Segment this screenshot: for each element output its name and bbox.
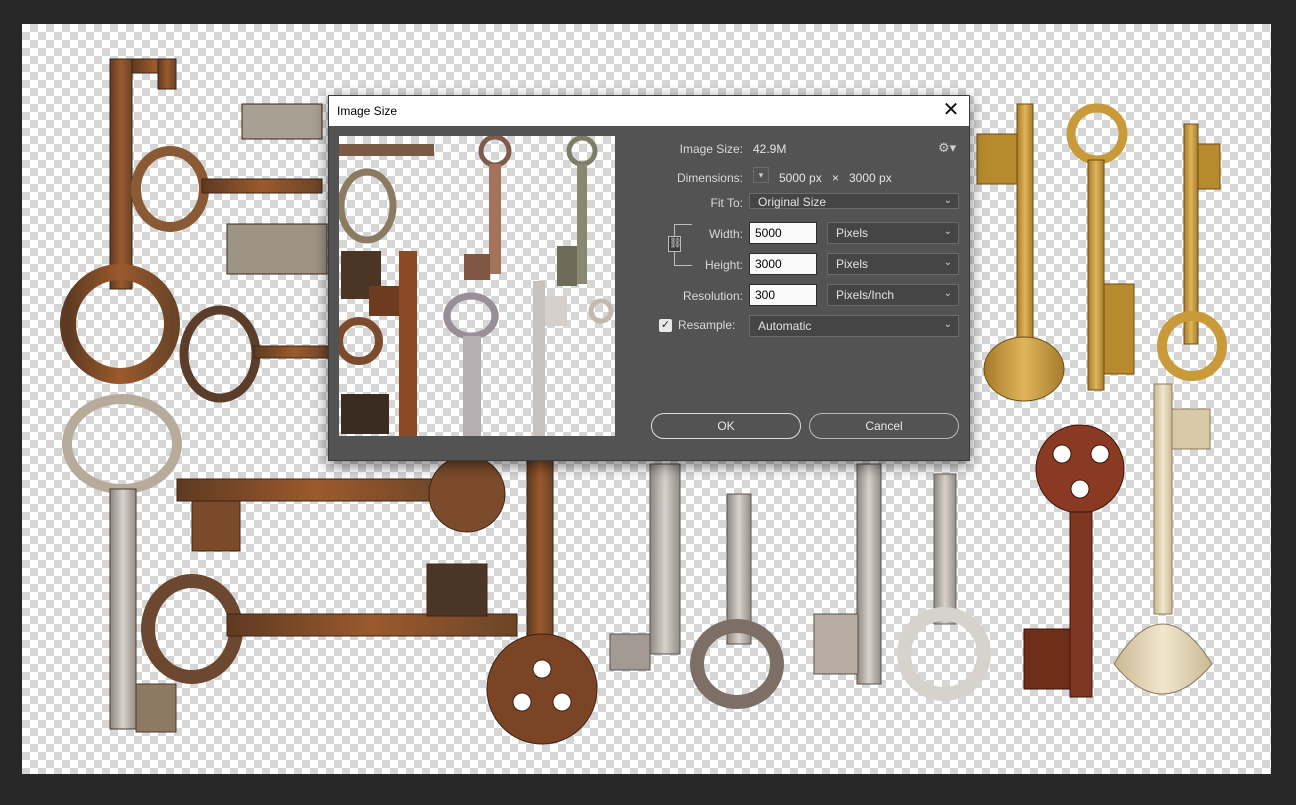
key-silver-2 <box>690 493 784 709</box>
key-ring-silver <box>62 394 182 733</box>
dimensions-height: 3000 px <box>849 171 892 185</box>
chevron-down-icon: ⌄ <box>943 257 952 268</box>
gear-icon[interactable]: ⚙▾ <box>938 140 956 156</box>
dimensions-width: 5000 px <box>779 171 822 185</box>
resample-value: Automatic <box>758 319 812 333</box>
key-gold-2 <box>1066 103 1135 391</box>
dialog-titlebar[interactable]: Image Size ✕ <box>329 96 969 126</box>
resample-label: Resample: <box>678 318 736 332</box>
resample-select[interactable]: Automatic ⌄ <box>749 315 959 337</box>
width-label: Width: <box>708 227 743 241</box>
width-unit-value: Pixels <box>836 226 869 240</box>
key-silver-3 <box>813 463 882 685</box>
image-size-dialog: Image Size ✕ Image Size: 42.9M ⚙▾ Dimens <box>328 95 970 461</box>
dimensions-times: × <box>832 171 840 185</box>
close-icon[interactable]: ✕ <box>939 99 963 123</box>
height-field[interactable]: 3000 <box>749 253 817 275</box>
key-ornate-red <box>1023 424 1125 698</box>
dimensions-label: Dimensions: <box>676 171 743 185</box>
chevron-down-icon: ⌄ <box>943 288 952 299</box>
image-preview[interactable] <box>339 136 615 436</box>
resolution-field[interactable]: 300 <box>749 284 817 306</box>
key-pale <box>1113 383 1213 695</box>
key-gold-1 <box>976 103 1065 402</box>
fit-to-label: Fit To: <box>710 196 743 210</box>
key-gold-3 <box>1157 123 1227 381</box>
width-field[interactable]: 5000 <box>749 222 817 244</box>
resolution-unit-select[interactable]: Pixels/Inch ⌄ <box>827 284 959 306</box>
dimensions-units-chevron-icon[interactable]: ▾ <box>753 167 769 183</box>
fit-to-value: Original Size <box>758 195 827 209</box>
key-silver-1 <box>609 463 681 671</box>
cancel-button[interactable]: Cancel <box>809 413 959 439</box>
height-unit-select[interactable]: Pixels ⌄ <box>827 253 959 275</box>
key-silver-4 <box>897 473 991 701</box>
fit-to-select[interactable]: Original Size ⌄ <box>749 193 959 209</box>
key-rusty-vertical <box>60 58 180 384</box>
preview-keys-image <box>339 136 614 436</box>
key-rusty-loop <box>131 103 323 232</box>
key-oval <box>179 223 335 403</box>
key-horizontal-2 <box>141 563 518 684</box>
resample-checkbox[interactable]: ✓ <box>659 319 672 332</box>
chevron-down-icon: ⌄ <box>943 226 952 237</box>
height-label: Height: <box>704 258 743 272</box>
ok-button[interactable]: OK <box>651 413 801 439</box>
chevron-down-icon: ⌄ <box>943 195 952 206</box>
resolution-unit-value: Pixels/Inch <box>836 288 895 302</box>
width-unit-select[interactable]: Pixels ⌄ <box>827 222 959 244</box>
image-size-label: Image Size: <box>679 142 743 156</box>
dialog-title: Image Size <box>337 104 398 118</box>
key-horizontal-1 <box>176 455 506 552</box>
chevron-down-icon: ⌄ <box>943 319 952 330</box>
resolution-label: Resolution: <box>682 289 743 303</box>
height-unit-value: Pixels <box>836 257 869 271</box>
image-size-value: 42.9M <box>753 142 787 156</box>
